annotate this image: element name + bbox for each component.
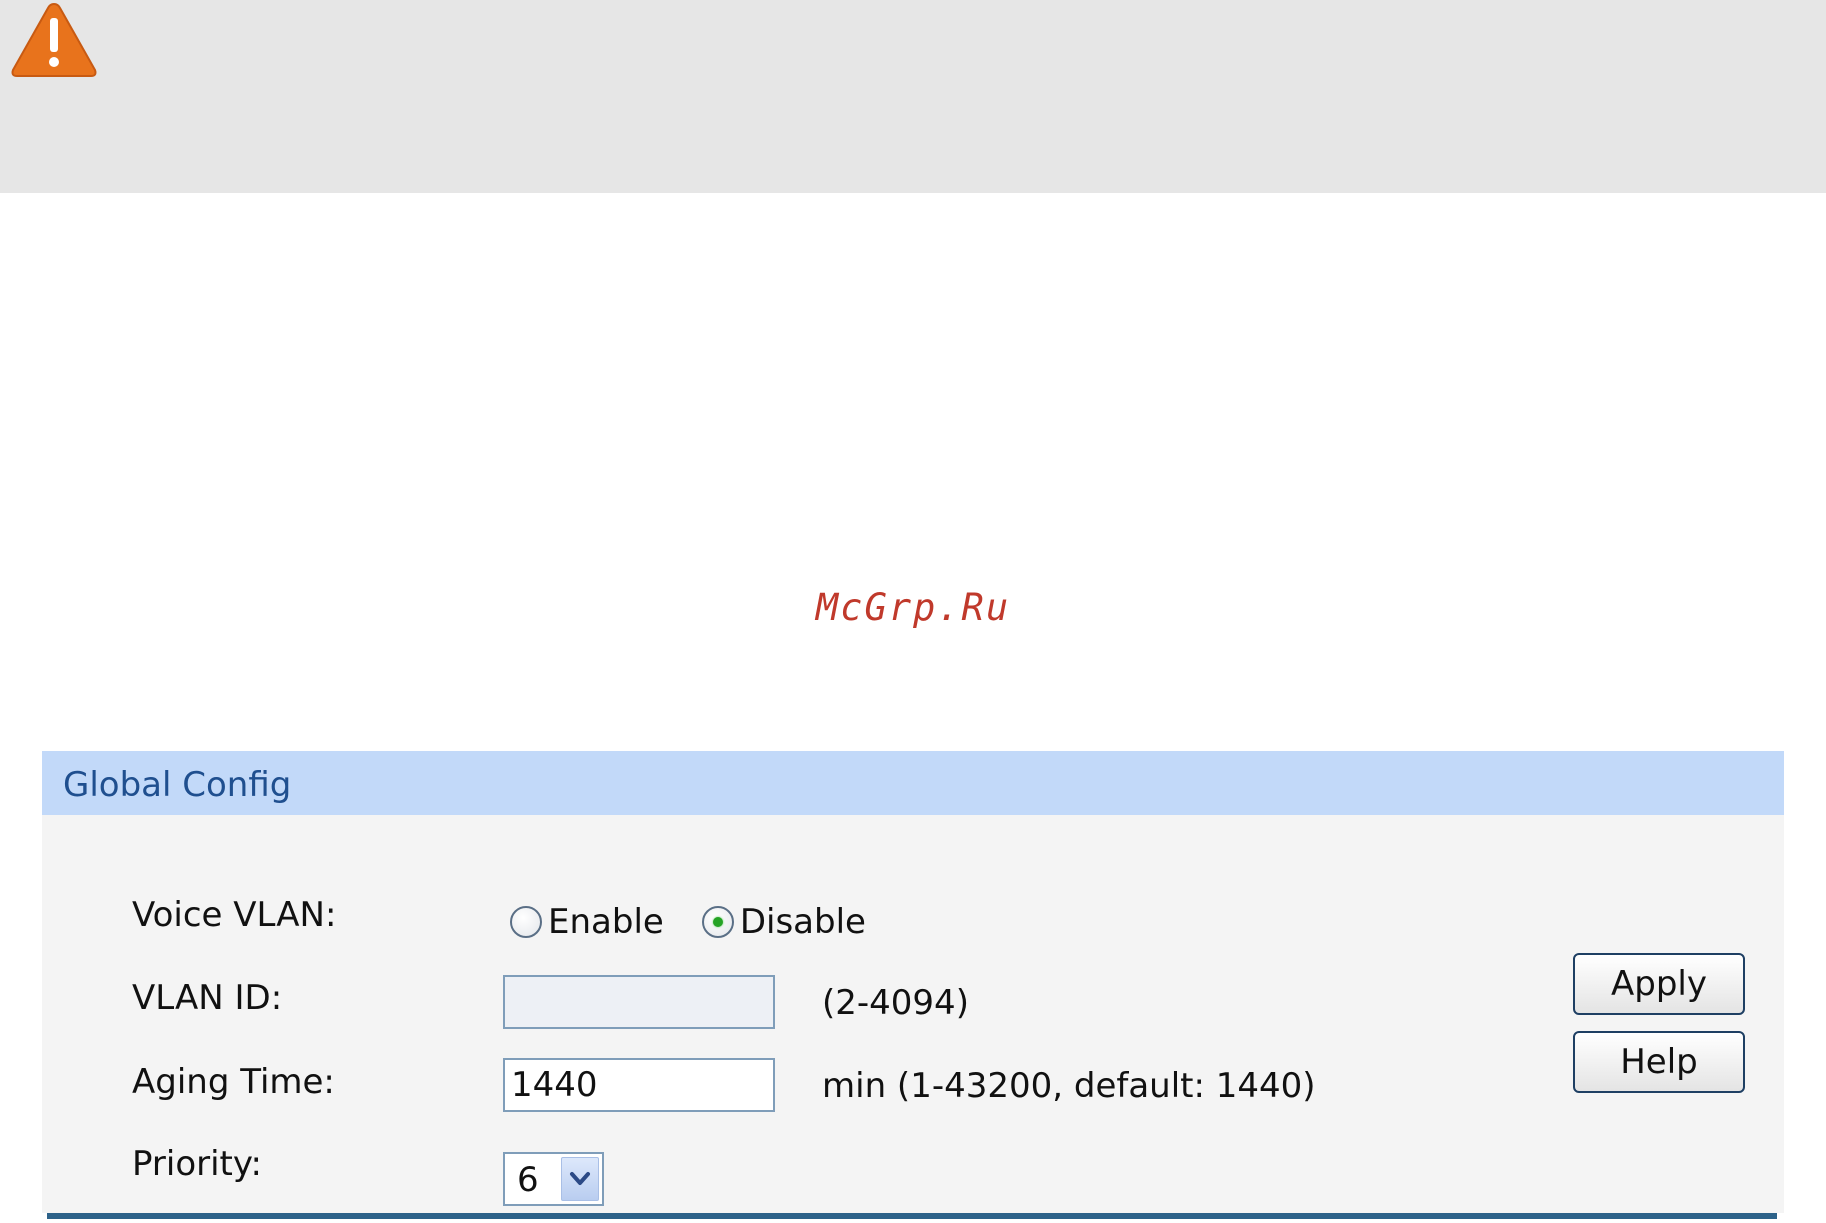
priority-label: Priority: bbox=[132, 1144, 262, 1184]
voice-vlan-enable-option[interactable]: Enable bbox=[510, 902, 664, 942]
watermark: McGrp.Ru bbox=[815, 586, 1011, 629]
enable-radio-label: Enable bbox=[548, 902, 664, 942]
voice-vlan-radio-group: Enable Disable bbox=[510, 898, 904, 946]
panel-body: Voice VLAN: Enable Disable VLAN ID: (2-4… bbox=[42, 815, 1784, 1213]
vlan-id-label: VLAN ID: bbox=[132, 978, 283, 1018]
aging-time-input[interactable] bbox=[503, 1058, 775, 1112]
disable-radio[interactable] bbox=[701, 906, 734, 938]
voice-vlan-label: Voice VLAN: bbox=[132, 895, 337, 935]
apply-button[interactable]: Apply bbox=[1573, 953, 1745, 1015]
vlan-id-input[interactable] bbox=[503, 975, 775, 1029]
help-button[interactable]: Help bbox=[1573, 1031, 1745, 1093]
note-bar bbox=[0, 0, 1826, 193]
enable-radio[interactable] bbox=[510, 906, 542, 938]
priority-select[interactable]: 6 bbox=[503, 1152, 604, 1206]
priority-selected-value: 6 bbox=[517, 1160, 539, 1200]
aging-time-label: Aging Time: bbox=[132, 1062, 335, 1102]
disable-radio-label: Disable bbox=[739, 902, 866, 942]
panel-title: Global Config bbox=[63, 765, 292, 805]
voice-vlan-disable-option[interactable]: Disable bbox=[701, 902, 866, 942]
vlan-id-range-hint: (2-4094) bbox=[822, 983, 969, 1023]
aging-time-range-hint: min (1-43200, default: 1440) bbox=[822, 1066, 1316, 1106]
warning-icon bbox=[11, 2, 97, 77]
panel-footer-bar bbox=[47, 1213, 1777, 1219]
chevron-down-icon[interactable] bbox=[561, 1157, 599, 1201]
global-config-panel: Global Config Voice VLAN: Enable Disable… bbox=[42, 751, 1784, 1223]
panel-header: Global Config bbox=[42, 751, 1784, 815]
